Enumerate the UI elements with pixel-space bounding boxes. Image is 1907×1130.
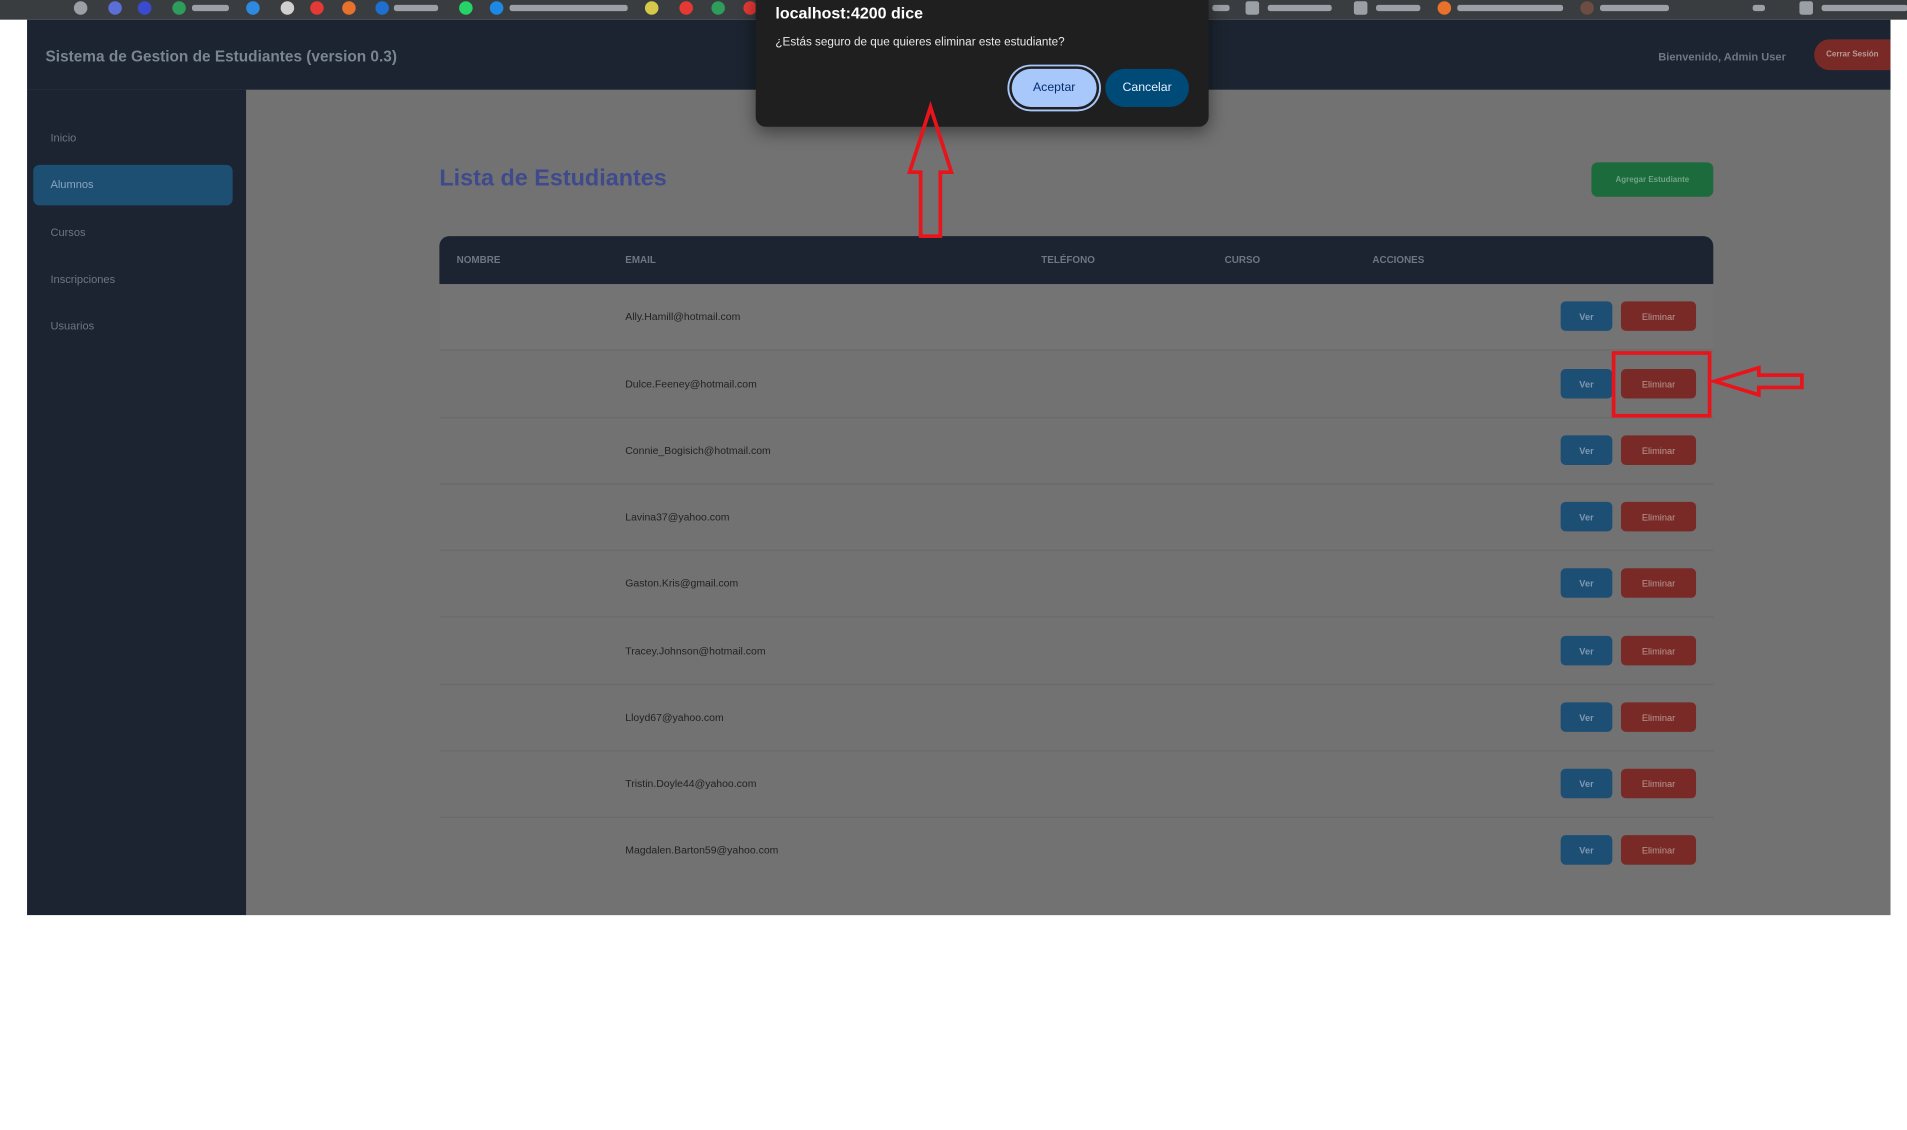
column-header-telefono: TELÉFONO <box>1041 254 1095 266</box>
table-header: NOMBRE EMAIL TELÉFONO CURSO ACCIONES <box>439 236 1714 285</box>
delete-button[interactable]: Eliminar <box>1620 635 1697 666</box>
delete-button[interactable]: Eliminar <box>1620 369 1697 399</box>
bookmark-label[interactable] <box>1376 4 1421 12</box>
bookmark-icon[interactable] <box>246 1 260 15</box>
email-cell: Tristin.Doyle44@yahoo.com <box>625 777 757 790</box>
view-button[interactable]: Ver <box>1560 702 1613 732</box>
confirm-dialog: localhost:4200 dice ¿Estás seguro de que… <box>755 0 1209 127</box>
whatsapp-icon[interactable] <box>459 1 473 15</box>
bookmark-label[interactable] <box>393 4 439 12</box>
screen: Sistema de Gestion de Estudiantes (versi… <box>0 0 1907 1130</box>
table-row: Tristin.Doyle44@yahoo.com Ver Eliminar <box>439 752 1714 818</box>
bookmark-label[interactable] <box>1267 4 1332 12</box>
table-row: Tracey.Johnson@hotmail.com Ver Eliminar <box>439 619 1714 686</box>
delete-button[interactable]: Eliminar <box>1620 301 1697 331</box>
sidebar-item-inicio[interactable]: Inicio <box>33 118 232 159</box>
folder-icon[interactable] <box>1353 1 1368 15</box>
all-bookmarks-label[interactable] <box>1821 4 1907 12</box>
delete-button[interactable]: Eliminar <box>1620 568 1697 598</box>
dialog-title: localhost:4200 dice <box>775 3 924 23</box>
bookmark-label[interactable] <box>1457 4 1564 12</box>
main-content: Lista de Estudiantes Agregar Estudiante … <box>246 89 1891 916</box>
view-button[interactable]: Ver <box>1560 568 1613 598</box>
welcome-text: Bienvenido, Admin User <box>1658 50 1786 63</box>
column-header-email: EMAIL <box>625 254 656 266</box>
accept-button[interactable]: Aceptar <box>1011 68 1097 108</box>
email-cell: Gaston.Kris@gmail.com <box>625 576 739 590</box>
view-button[interactable]: Ver <box>1560 435 1613 465</box>
dialog-message: ¿Estás seguro de que quieres eliminar es… <box>775 35 1065 50</box>
view-button[interactable]: Ver <box>1560 369 1613 399</box>
bookmarks-overflow-icon[interactable] <box>1752 4 1765 12</box>
table-row: Connie_Bogisich@hotmail.com Ver Eliminar <box>439 418 1714 485</box>
sidebar: Inicio Alumnos Cursos Inscripciones Usua… <box>27 89 247 916</box>
email-cell: Connie_Bogisich@hotmail.com <box>625 444 771 457</box>
sidebar-item-inscripciones[interactable]: Inscripciones <box>33 260 232 301</box>
delete-button[interactable]: Eliminar <box>1620 435 1697 465</box>
bookmark-icon[interactable] <box>172 1 186 15</box>
bookmark-icon[interactable] <box>1580 1 1594 15</box>
sidebar-item-alumnos[interactable]: Alumnos <box>33 164 233 206</box>
table-row: Lavina37@yahoo.com Ver Eliminar <box>439 485 1714 552</box>
sidebar-item-usuarios[interactable]: Usuarios <box>33 306 232 347</box>
bookmark-icon[interactable] <box>711 1 725 15</box>
view-button[interactable]: Ver <box>1560 501 1613 532</box>
app-page: Sistema de Gestion de Estudiantes (versi… <box>27 19 1891 916</box>
bookmark-icon[interactable] <box>73 1 88 15</box>
view-button[interactable]: Ver <box>1560 635 1613 666</box>
bookmark-icon[interactable] <box>1437 1 1452 15</box>
table-row: Ally.Hamill@hotmail.com Ver Eliminar <box>439 284 1714 351</box>
bookmark-label[interactable] <box>192 4 229 12</box>
bookmark-icon[interactable] <box>375 1 389 15</box>
bookmark-label[interactable] <box>1212 4 1230 12</box>
bookmark-icon[interactable] <box>644 1 659 15</box>
folder-icon[interactable] <box>1245 1 1260 15</box>
cancel-button[interactable]: Cancelar <box>1105 68 1189 108</box>
table-row: Magdalen.Barton59@yahoo.com Ver Eliminar <box>439 818 1713 884</box>
delete-button[interactable]: Eliminar <box>1620 835 1697 865</box>
app-title: Sistema de Gestion de Estudiantes (versi… <box>45 47 397 66</box>
github-icon[interactable] <box>280 1 295 15</box>
table-row: Dulce.Feeney@hotmail.com Ver Eliminar <box>439 352 1714 419</box>
add-student-button[interactable]: Agregar Estudiante <box>1591 162 1714 197</box>
bookmark-icon[interactable] <box>137 1 152 15</box>
bookmark-label[interactable] <box>509 4 628 12</box>
table-row: Gaston.Kris@gmail.com Ver Eliminar <box>439 551 1714 618</box>
delete-button[interactable]: Eliminar <box>1620 768 1697 799</box>
sidebar-item-cursos[interactable]: Cursos <box>33 213 232 254</box>
email-cell: Lloyd67@yahoo.com <box>625 710 724 724</box>
page-title: Lista de Estudiantes <box>439 166 667 192</box>
pinterest-icon[interactable] <box>679 1 693 15</box>
bookmark-icon[interactable] <box>489 1 504 15</box>
column-header-curso: CURSO <box>1224 254 1261 266</box>
table-row: Lloyd67@yahoo.com Ver Eliminar <box>439 685 1714 752</box>
delete-button[interactable]: Eliminar <box>1620 501 1697 532</box>
folder-icon[interactable] <box>1799 1 1813 15</box>
bookmark-icon[interactable] <box>342 1 356 15</box>
column-header-acciones: ACCIONES <box>1372 254 1425 266</box>
youtube-icon[interactable] <box>310 1 324 15</box>
column-header-nombre: NOMBRE <box>456 254 501 266</box>
view-button[interactable]: Ver <box>1560 301 1613 331</box>
logout-button[interactable]: Cerrar Sesión <box>1814 39 1891 71</box>
bookmark-icon[interactable] <box>108 1 122 15</box>
email-cell: Ally.Hamill@hotmail.com <box>625 309 741 323</box>
delete-button[interactable]: Eliminar <box>1620 702 1697 732</box>
view-button[interactable]: Ver <box>1560 835 1613 865</box>
bookmark-label[interactable] <box>1600 4 1669 12</box>
email-cell: Lavina37@yahoo.com <box>625 510 730 523</box>
email-cell: Tracey.Johnson@hotmail.com <box>625 644 766 657</box>
email-cell: Magdalen.Barton59@yahoo.com <box>625 843 779 857</box>
view-button[interactable]: Ver <box>1560 768 1613 799</box>
email-cell: Dulce.Feeney@hotmail.com <box>625 377 757 390</box>
